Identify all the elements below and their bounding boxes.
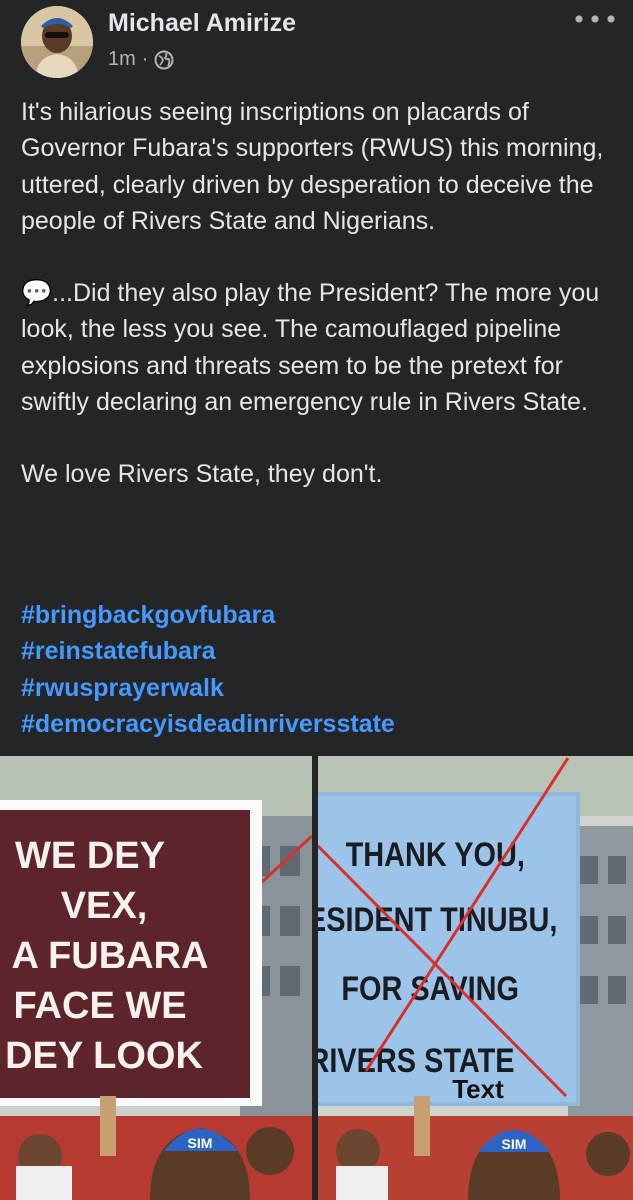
post-body: It's hilarious seeing inscriptions on pl…	[21, 94, 621, 493]
post-header: Michael Amirize 1m ·	[0, 0, 633, 86]
placard-text-line: RESIDENT TINUBU,	[318, 900, 557, 939]
avatar-image	[21, 6, 93, 78]
post-paragraph: 💬...Did they also play the President? Th…	[21, 279, 600, 417]
hashtag-link[interactable]: #democracyisdeadinriversstate	[21, 706, 395, 742]
overlay-text: Text	[452, 1074, 504, 1104]
cap-text: SIM	[188, 1135, 213, 1151]
photo-left[interactable]: WE DEY VEX, A FUBARA FACE WE DEY LOOK SI…	[0, 756, 312, 1200]
post-time[interactable]: 1m	[108, 48, 136, 71]
post-paragraph: We love Rivers State, they don't.	[21, 460, 383, 489]
placard-text-line: FOR SAVING	[341, 969, 519, 1008]
placard-photo-left: WE DEY VEX, A FUBARA FACE WE DEY LOOK SI…	[0, 756, 312, 1200]
photo-right[interactable]: THANK YOU, RESIDENT TINUBU, FOR SAVING R…	[318, 756, 633, 1200]
placard-photo-right: THANK YOU, RESIDENT TINUBU, FOR SAVING R…	[318, 756, 633, 1200]
post-meta: 1m ·	[108, 48, 174, 71]
avatar[interactable]	[21, 6, 93, 78]
globe-icon	[154, 50, 174, 69]
placard-text-line: VEX,	[61, 885, 148, 927]
post-paragraph: It's hilarious seeing inscriptions on pl…	[21, 98, 604, 235]
author-name[interactable]: Michael Amirize	[108, 9, 296, 38]
hashtag-link[interactable]: #reinstatefubara	[21, 633, 395, 669]
hashtag-link[interactable]: #bringbackgovfubara	[21, 597, 395, 633]
more-options-button[interactable]	[572, 8, 618, 32]
cap-text: SIM	[502, 1136, 527, 1152]
placard-text-line: DEY LOOK	[5, 1035, 203, 1077]
placard-text-line: A FUBARA	[11, 935, 208, 977]
hashtag-list: #bringbackgovfubara #reinstatefubara #rw…	[21, 597, 395, 742]
placard-text-line: WE DEY	[15, 835, 165, 877]
placard-text-line: FACE WE	[13, 985, 186, 1027]
meta-separator: ·	[141, 48, 149, 70]
hashtag-link[interactable]: #rwusprayerwalk	[21, 670, 395, 706]
more-dots-icon	[575, 15, 615, 23]
